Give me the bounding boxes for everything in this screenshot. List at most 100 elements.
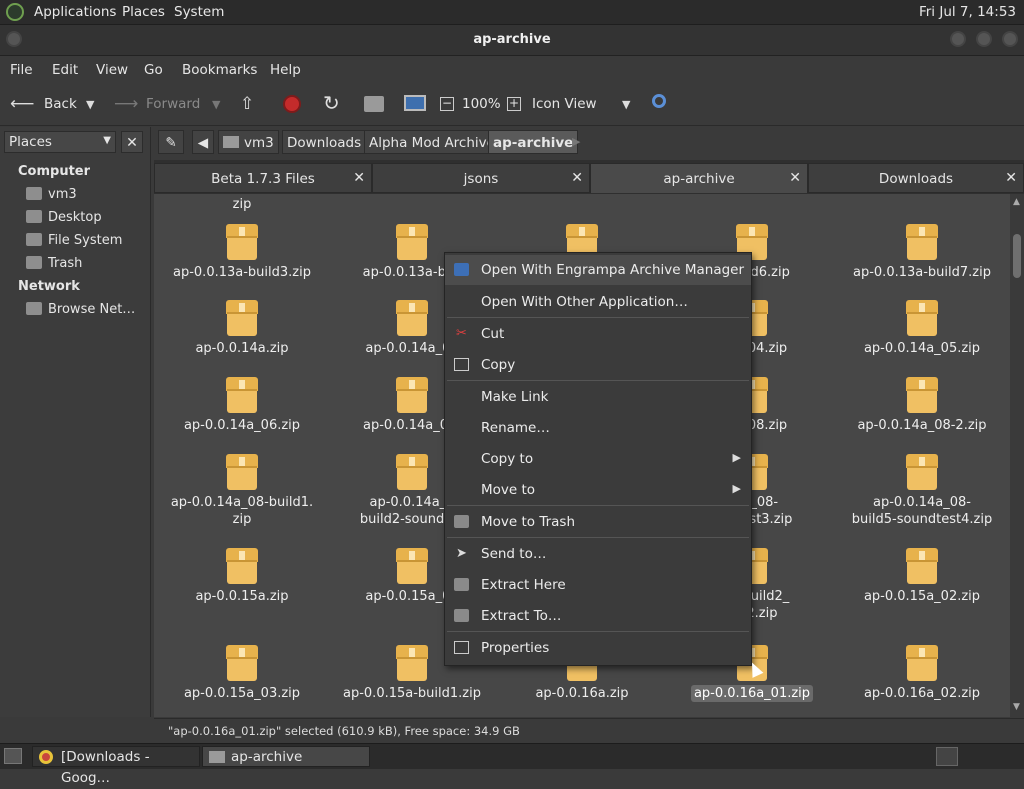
toolbar: ⟵ Back ▼ ⟶ Forward ▼ ⇧ ↻ − 100% + Icon V…	[0, 83, 1024, 126]
stop-button[interactable]	[283, 95, 301, 113]
menu-item-cut[interactable]: ✂ Cut	[445, 319, 751, 349]
sidebar-item-trash[interactable]: Trash	[26, 256, 146, 271]
file-item[interactable]: ap-0.0.14a_08-2.zip	[847, 377, 997, 434]
file-item[interactable]: ap-0.0.13a-build7.zip	[847, 224, 997, 281]
file-item[interactable]: ap-0.0.14a.zip	[167, 300, 317, 357]
menu-item-move-to[interactable]: Move to ▶	[445, 475, 751, 505]
file-name: ap-0.0.14a_08- build5-soundtest4.zip	[851, 495, 993, 527]
file-item[interactable]: ap-0.0.14a_06.zip	[167, 377, 317, 434]
sidebar-item-browse-network[interactable]: Browse Net…	[26, 302, 146, 317]
back-button[interactable]: Back	[44, 96, 77, 112]
home-icon[interactable]	[364, 96, 384, 112]
menu-item-copy-to[interactable]: Copy to ▶	[445, 444, 751, 474]
scrollbar-thumb[interactable]	[1013, 234, 1021, 278]
edit-location-icon[interactable]: ✎	[158, 130, 184, 154]
zip-archive-icon	[906, 645, 938, 681]
close-tab-icon[interactable]: ✕	[571, 170, 583, 186]
path-right-arrow-icon[interactable]: ▶	[572, 135, 580, 148]
menu-item-send-to[interactable]: ➤ Send to…	[445, 539, 751, 569]
menu-item-open-with-other[interactable]: Open With Other Application…	[445, 287, 751, 317]
applications-menu[interactable]: Applications	[34, 4, 116, 20]
sidebar-item-file-system[interactable]: File System	[26, 233, 146, 248]
zip-archive-icon	[226, 224, 258, 260]
path-left-arrow-icon[interactable]: ◀	[192, 130, 214, 154]
taskbar-item-ap-archive[interactable]: ap-archive	[202, 746, 370, 767]
breadcrumb-ap-archive[interactable]: ap-archive	[488, 130, 579, 154]
up-arrow-icon[interactable]: ⇧	[240, 94, 254, 114]
distro-logo-icon[interactable]	[6, 3, 24, 21]
zip-archive-icon	[396, 224, 428, 260]
system-menu[interactable]: System	[174, 4, 224, 20]
view-mode-dropdown-icon[interactable]: ▼	[622, 98, 630, 111]
submenu-arrow-icon: ▶	[732, 451, 741, 464]
menu-item-open-with-engrampa[interactable]: Open With Engrampa Archive Manager	[445, 255, 751, 285]
file-item[interactable]: ap-0.0.13a-build3.zip	[167, 224, 317, 281]
show-desktop-icon[interactable]	[4, 748, 22, 764]
breadcrumb-vm3[interactable]: vm3	[218, 130, 279, 154]
view-mode-select[interactable]: Icon View	[532, 96, 597, 112]
properties-icon	[454, 641, 469, 654]
sidebar-item-vm3[interactable]: vm3	[26, 187, 146, 202]
tab-beta-files[interactable]: Beta 1.7.3 Files ✕	[154, 163, 372, 193]
computer-icon[interactable]	[404, 95, 426, 111]
close-tab-icon[interactable]: ✕	[789, 170, 801, 186]
close-tab-icon[interactable]: ✕	[353, 170, 365, 186]
menu-bookmarks[interactable]: Bookmarks	[182, 62, 257, 78]
zoom-out-icon[interactable]: −	[440, 97, 454, 111]
clock[interactable]: Fri Jul 7, 14:53	[919, 4, 1016, 20]
menu-item-copy[interactable]: Copy	[445, 350, 751, 380]
breadcrumb-alpha-mod-archive[interactable]: Alpha Mod Archive	[364, 130, 500, 154]
menu-separator	[447, 537, 749, 538]
file-item[interactable]: ap-0.0.14a_08- build5-soundtest4.zip	[847, 454, 997, 528]
menu-item-rename[interactable]: Rename…	[445, 413, 751, 443]
taskbar-item-chrome[interactable]: [Downloads - Goog…	[32, 746, 200, 786]
file-item[interactable]: ap-0.0.15a_03.zip	[167, 645, 317, 702]
menu-item-extract-to[interactable]: Extract To…	[445, 601, 751, 631]
menu-item-move-to-trash[interactable]: Move to Trash	[445, 507, 751, 537]
menu-view[interactable]: View	[96, 62, 128, 78]
reload-icon[interactable]: ↻	[323, 91, 340, 115]
sidebar-item-desktop[interactable]: Desktop	[26, 210, 146, 225]
close-window-button[interactable]	[1002, 31, 1018, 47]
window-titlebar[interactable]: ap-archive	[0, 25, 1024, 56]
forward-arrow-icon[interactable]: ⟶	[114, 94, 138, 114]
sidebar-close-icon[interactable]: ✕	[121, 131, 143, 153]
zip-archive-icon	[226, 454, 258, 490]
menu-help[interactable]: Help	[270, 62, 301, 78]
menu-item-extract-here[interactable]: Extract Here	[445, 570, 751, 600]
back-history-dropdown-icon[interactable]: ▼	[86, 98, 94, 111]
vertical-scrollbar[interactable]: ▲ ▼	[1010, 194, 1024, 717]
sidebar-view-select[interactable]: Places ▼	[4, 131, 116, 153]
menu-item-properties[interactable]: Properties	[445, 633, 751, 663]
menu-edit[interactable]: Edit	[52, 62, 78, 78]
tab-ap-archive[interactable]: ap-archive ✕	[590, 163, 808, 193]
scroll-down-icon[interactable]: ▼	[1013, 702, 1020, 712]
maximize-button[interactable]	[976, 31, 992, 47]
file-item[interactable]: ap-0.0.14a_05.zip	[847, 300, 997, 357]
tab-downloads[interactable]: Downloads ✕	[808, 163, 1024, 193]
scroll-up-icon[interactable]: ▲	[1013, 197, 1020, 207]
file-item[interactable]: zip	[167, 196, 317, 213]
menu-item-make-link[interactable]: Make Link	[445, 382, 751, 412]
zip-archive-icon	[906, 224, 938, 260]
workspace-switcher[interactable]	[936, 747, 958, 766]
back-arrow-icon[interactable]: ⟵	[10, 94, 34, 114]
file-item[interactable]: ap-0.0.16a_02.zip	[847, 645, 997, 702]
file-name: ap-0.0.15a_02.zip	[863, 589, 981, 604]
breadcrumb-downloads[interactable]: Downloads	[282, 130, 367, 154]
forward-button[interactable]: Forward	[146, 96, 200, 112]
file-item[interactable]: ap-0.0.14a_08-build1. zip	[167, 454, 317, 528]
menu-go[interactable]: Go	[144, 62, 163, 78]
sidebar-section-computer: Computer	[18, 164, 91, 179]
search-icon[interactable]	[652, 94, 666, 108]
zoom-in-icon[interactable]: +	[507, 97, 521, 111]
forward-history-dropdown-icon[interactable]: ▼	[212, 98, 220, 111]
close-tab-icon[interactable]: ✕	[1005, 170, 1017, 186]
menu-file[interactable]: File	[10, 62, 33, 78]
file-item[interactable]: ap-0.0.15a.zip	[167, 548, 317, 605]
places-menu[interactable]: Places	[122, 4, 165, 20]
tab-jsons[interactable]: jsons ✕	[372, 163, 590, 193]
file-item[interactable]: ap-0.0.15a_02.zip	[847, 548, 997, 605]
file-name: ap-0.0.15a_03.zip	[183, 686, 301, 701]
minimize-button[interactable]	[950, 31, 966, 47]
